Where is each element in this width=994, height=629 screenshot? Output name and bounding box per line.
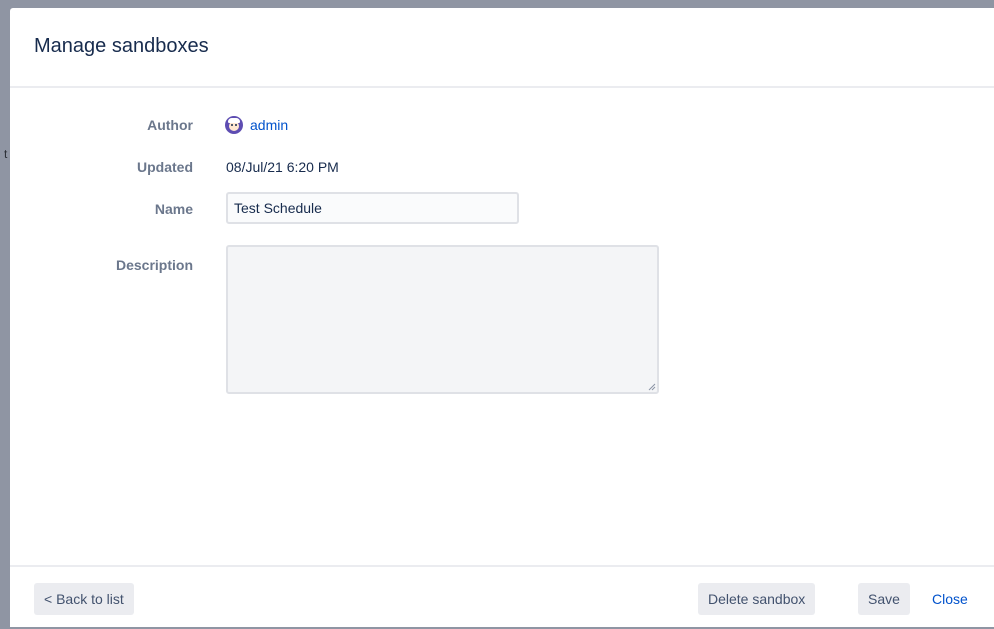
name-input[interactable] <box>226 192 519 224</box>
description-textarea[interactable] <box>226 245 659 394</box>
dialog-header: Manage sandboxes <box>10 8 994 88</box>
updated-label: Updated <box>137 159 193 175</box>
updated-value: 08/Jul/21 6:20 PM <box>226 159 339 175</box>
dialog-footer: < Back to list Delete sandbox Save Close <box>10 565 994 629</box>
description-label: Description <box>115 257 193 273</box>
save-button[interactable]: Save <box>858 583 910 615</box>
back-to-list-button[interactable]: < Back to list <box>34 583 134 615</box>
close-link[interactable]: Close <box>932 583 968 615</box>
dialog-title: Manage sandboxes <box>34 35 209 57</box>
name-label: Name <box>154 201 193 217</box>
author-link[interactable]: admin <box>250 117 288 133</box>
backdrop <box>0 0 10 627</box>
author-label: Author <box>147 117 193 133</box>
backdrop-text: t <box>4 147 8 161</box>
manage-sandboxes-dialog: Manage sandboxes Author admin Updated 08… <box>10 8 994 627</box>
delete-sandbox-button[interactable]: Delete sandbox <box>698 583 816 615</box>
resize-grip-icon[interactable] <box>648 383 656 391</box>
user-avatar-icon <box>225 116 243 134</box>
